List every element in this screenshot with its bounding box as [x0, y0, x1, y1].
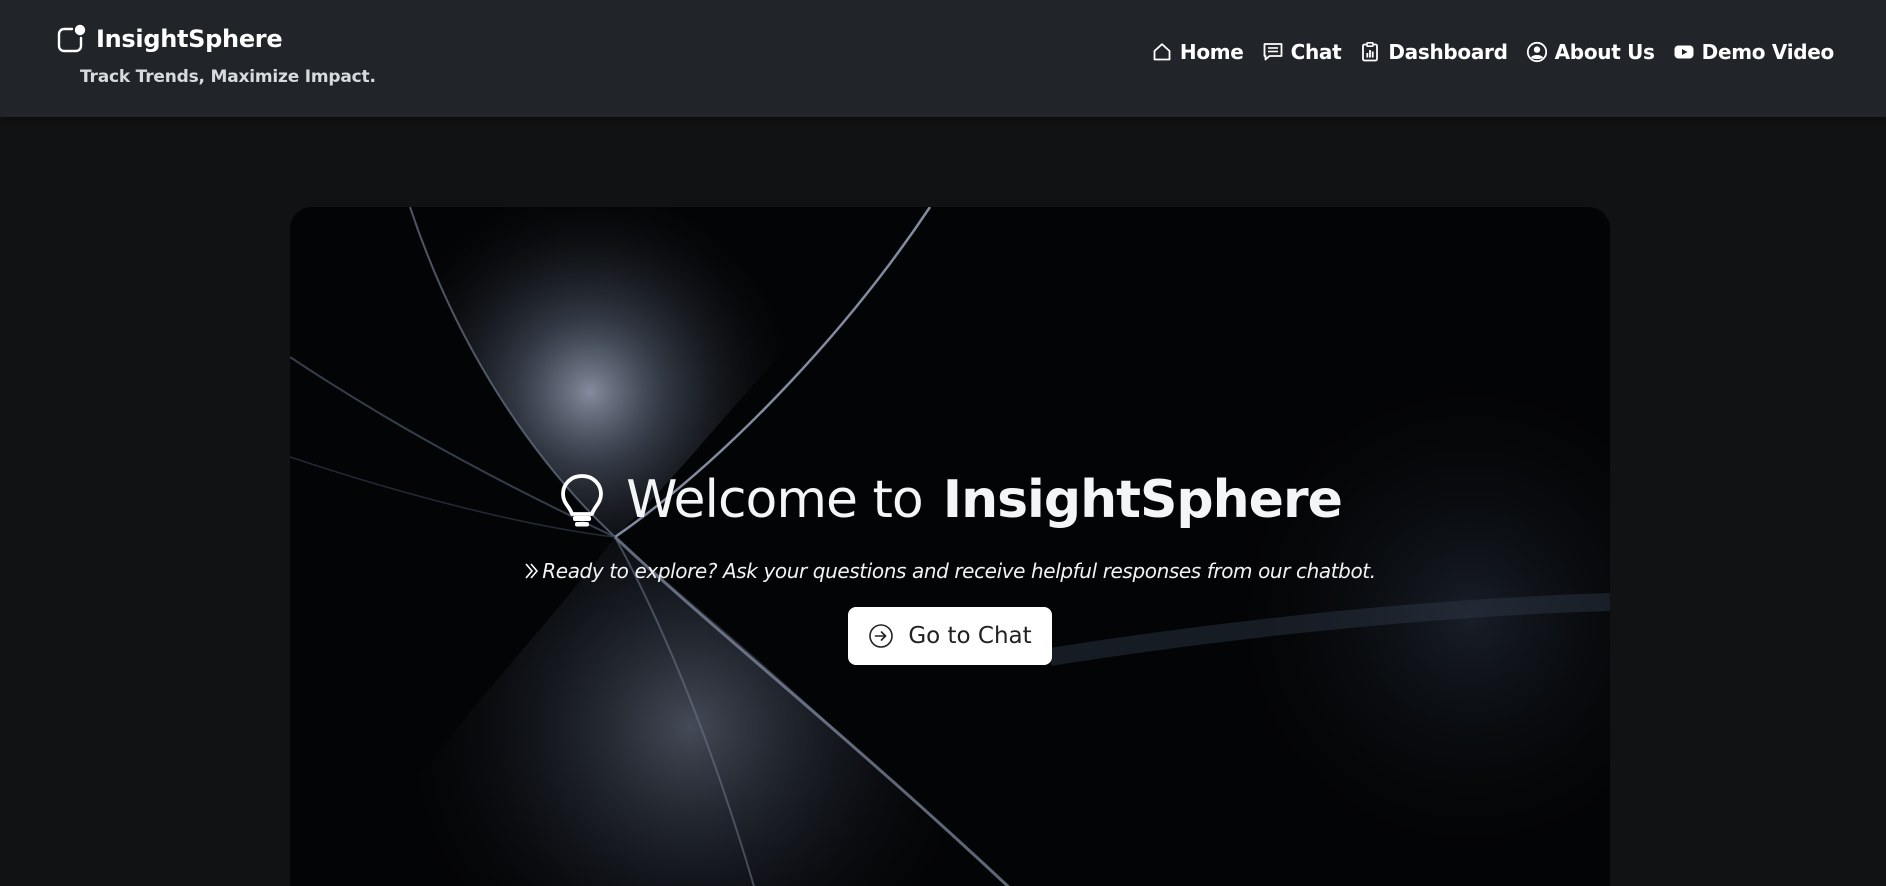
app-indicator-icon — [57, 24, 86, 53]
nav-demo-video[interactable]: Demo Video — [1673, 40, 1834, 64]
brand-tagline: Track Trends, Maximize Impact. — [80, 67, 376, 87]
house-icon — [1153, 43, 1171, 61]
hero-title-prefix: Welcome to — [626, 470, 924, 530]
nav-dashboard-label: Dashboard — [1388, 40, 1508, 64]
navbar: InsightSphere Track Trends, Maximize Imp… — [0, 0, 1886, 117]
lightbulb-icon — [561, 474, 604, 527]
go-to-chat-label: Go to Chat — [908, 623, 1032, 649]
hero-content: Welcome to InsightSphere Ready to explor… — [290, 469, 1610, 665]
chevron-double-right-icon — [525, 563, 539, 579]
hero-banner: Welcome to InsightSphere Ready to explor… — [290, 207, 1610, 886]
brand-link[interactable]: InsightSphere — [56, 24, 283, 54]
person-circle-icon — [1526, 41, 1547, 63]
arrow-right-circle-icon — [869, 624, 894, 648]
nav-about-us[interactable]: About Us — [1526, 40, 1655, 64]
go-to-chat-button[interactable]: Go to Chat — [848, 607, 1052, 665]
chat-icon — [1263, 43, 1282, 61]
hero-title-brand: InsightSphere — [942, 470, 1343, 530]
nav-dashboard[interactable]: Dashboard — [1359, 40, 1508, 64]
nav-demo-video-label: Demo Video — [1701, 40, 1835, 64]
nav-home[interactable]: Home — [1151, 40, 1244, 64]
nav-chat-label: Chat — [1290, 40, 1342, 64]
youtube-icon — [1674, 45, 1694, 59]
brand-name: InsightSphere — [96, 25, 283, 53]
clipboard-data-icon — [1362, 41, 1379, 62]
nav-about-us-label: About Us — [1554, 40, 1655, 64]
hero-subtitle: Ready to explore? Ask your questions and… — [524, 559, 1376, 583]
hero-title: Welcome to InsightSphere — [558, 469, 1343, 531]
nav-chat[interactable]: Chat — [1262, 40, 1342, 64]
hero-subtitle-text: Ready to explore? Ask your questions and… — [542, 559, 1376, 583]
main-nav: Home Chat Dashboard About Us Demo Video — [1151, 40, 1834, 64]
nav-home-label: Home — [1179, 40, 1244, 64]
